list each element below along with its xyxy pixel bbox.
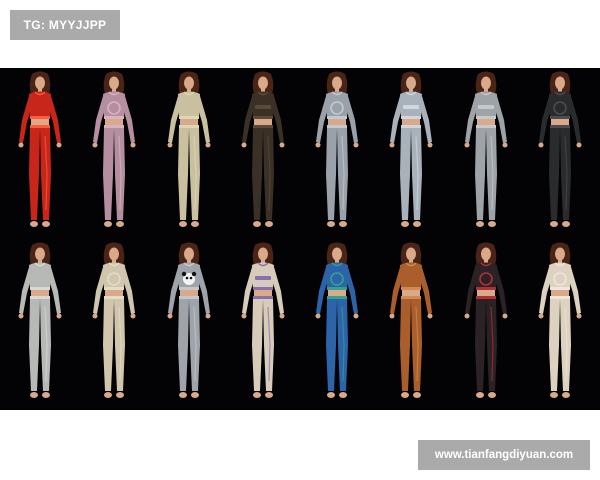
website-watermark: www.tianfangdiyuan.com <box>418 440 590 470</box>
character-figure <box>315 71 359 227</box>
outfit-option[interactable] <box>226 239 300 410</box>
outfit-option[interactable] <box>449 68 523 239</box>
character-figure <box>18 71 62 227</box>
outfit-option[interactable] <box>77 68 151 239</box>
character-figure <box>389 242 433 398</box>
outfit-option[interactable] <box>523 239 597 410</box>
character-figure <box>241 242 285 398</box>
character-figure <box>92 71 136 227</box>
hoodie-text-print <box>477 105 494 109</box>
character-figure <box>18 242 62 398</box>
character-figure <box>92 242 136 398</box>
outfit-option[interactable] <box>152 239 226 410</box>
character-figure <box>464 242 508 398</box>
outfit-option[interactable] <box>3 68 77 239</box>
character-figure <box>538 71 582 227</box>
outfit-option[interactable] <box>152 68 226 239</box>
outfit-option[interactable] <box>523 68 597 239</box>
character-figure <box>464 71 508 227</box>
outfit-option[interactable] <box>77 239 151 410</box>
character-figure <box>167 242 211 398</box>
outfit-option[interactable] <box>374 68 448 239</box>
character-figure <box>538 242 582 398</box>
character-figure <box>389 71 433 227</box>
hoodie-text-print <box>254 276 271 280</box>
outfit-option[interactable] <box>374 239 448 410</box>
outfit-option[interactable] <box>3 239 77 410</box>
outfit-option[interactable] <box>300 239 374 410</box>
character-figure <box>241 71 285 227</box>
outfit-preview-panel <box>0 68 600 410</box>
character-figure <box>315 242 359 398</box>
outfit-option[interactable] <box>226 68 300 239</box>
outfit-grid <box>3 68 597 410</box>
outfit-option[interactable] <box>300 68 374 239</box>
hoodie-text-print <box>254 105 271 109</box>
character-figure <box>167 71 211 227</box>
hoodie-text-print <box>403 105 420 109</box>
telegram-tag-label: TG: MYYJJPP <box>10 10 120 40</box>
outfit-option[interactable] <box>449 239 523 410</box>
